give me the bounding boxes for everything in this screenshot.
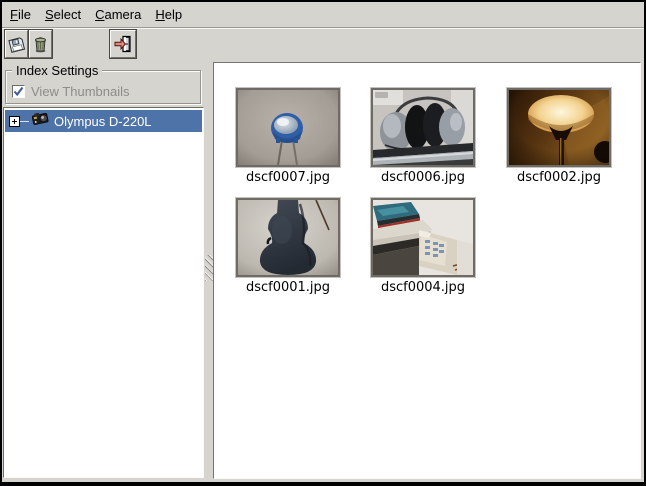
view-thumbnails-label: View Thumbnails — [31, 84, 130, 99]
save-button[interactable] — [5, 30, 28, 58]
thumbnail-item[interactable]: dscf0001.jpg — [236, 198, 340, 295]
thumbnail-photo-headphones[interactable] — [371, 88, 475, 167]
camera-tree[interactable]: Olympus D-220L — [3, 107, 204, 478]
gtkam-window: File Select Camera Help — [0, 0, 646, 486]
exit-door-icon — [113, 34, 133, 54]
trash-icon — [31, 35, 50, 54]
thumbnail-item[interactable]: dscf0006.jpg — [371, 88, 475, 185]
menu-help[interactable]: Help — [148, 4, 189, 25]
menu-camera[interactable]: Camera — [88, 4, 148, 25]
thumbnail-filename: dscf0007.jpg — [236, 170, 340, 185]
thumbnail-item[interactable]: dscf0007.jpg — [236, 88, 340, 185]
thumbnail-item[interactable]: dscf0004.jpg — [371, 198, 475, 295]
thumbnail-photo-capacitor[interactable] — [236, 88, 340, 167]
thumbnail-filename: dscf0004.jpg — [371, 280, 475, 295]
menu-bar: File Select Camera Help — [2, 2, 644, 28]
thumbnail-filename: dscf0001.jpg — [236, 280, 340, 295]
thumbnail-pane: dscf0007.jpg — [213, 62, 641, 479]
splitter-grip-icon[interactable] — [205, 255, 213, 281]
thumbnail-photo-printer[interactable] — [371, 198, 475, 277]
thumbnail-photo-guitar-case[interactable] — [236, 198, 340, 277]
menu-file[interactable]: File — [3, 4, 38, 25]
thumbnail-filename: dscf0002.jpg — [507, 170, 611, 185]
pane-splitter[interactable] — [205, 62, 213, 478]
checkmark-icon — [13, 86, 24, 97]
thumbnail-item[interactable]: dscf0002.jpg — [507, 88, 611, 185]
thumbnail-photo-lamp[interactable] — [507, 88, 611, 167]
sidebar: Index Settings View Thumbnails — [3, 62, 205, 478]
delete-button[interactable] — [29, 30, 52, 58]
tree-branch-line — [20, 121, 29, 122]
expander-plus-icon[interactable] — [9, 116, 20, 127]
frame-title: Index Settings — [12, 63, 102, 78]
view-thumbnails-checkbox[interactable] — [12, 85, 25, 98]
camera-name-label: Olympus D-220L — [54, 114, 152, 129]
view-thumbnails-option[interactable]: View Thumbnails — [12, 84, 130, 99]
thumbnail-filename: dscf0006.jpg — [371, 170, 475, 185]
exit-button[interactable] — [110, 30, 136, 58]
floppy-disk-icon — [7, 35, 26, 54]
camera-icon — [30, 109, 51, 133]
menu-select[interactable]: Select — [38, 4, 88, 25]
index-settings-frame: Index Settings View Thumbnails — [5, 70, 201, 104]
tree-row-camera[interactable]: Olympus D-220L — [5, 110, 202, 132]
